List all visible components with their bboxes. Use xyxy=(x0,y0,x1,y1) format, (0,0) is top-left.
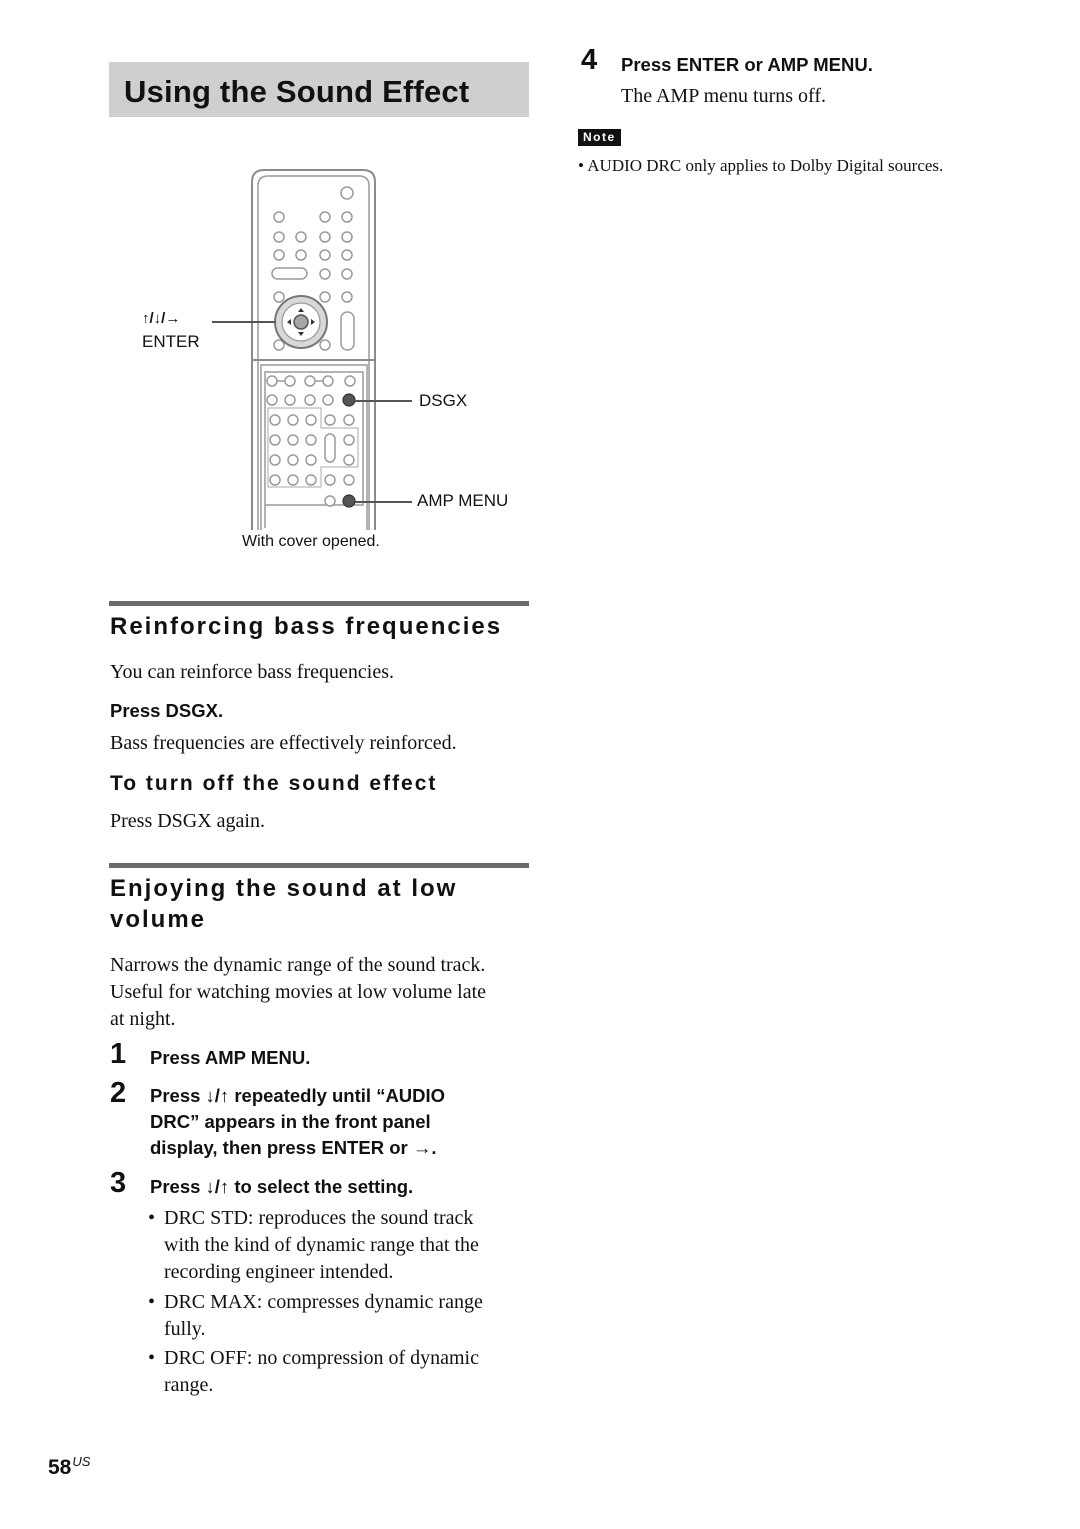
low-volume-intro: Narrows the dynamic range of the sound t… xyxy=(110,954,487,1030)
step-number: 3 xyxy=(110,1167,127,1199)
step-number: 2 xyxy=(110,1077,127,1109)
option-drc-max: • DRC MAX: compresses dynamic range full… xyxy=(148,1291,483,1340)
callout-amp-menu-label: AMP MENU xyxy=(417,491,509,510)
page-title: Using the Sound Effect xyxy=(124,74,470,109)
amp-menu-button xyxy=(342,494,356,508)
option-drc-off: • DRC OFF: no compression of dynamic ran… xyxy=(148,1347,479,1396)
step-3-text: Press ↓/↑ to select the setting. xyxy=(150,1176,414,1197)
page-number: 58US xyxy=(48,1454,91,1479)
section-heading-reinforcing-bass: Reinforcing bass frequencies xyxy=(110,613,503,640)
page-region: US xyxy=(72,1454,91,1469)
callout-arrows-label: ↑/↓/→ xyxy=(142,310,181,327)
callout-enter-label: ENTER xyxy=(142,332,200,351)
reinforcing-result: Bass frequencies are effectively reinfor… xyxy=(110,732,457,754)
heading-line: volume xyxy=(110,906,207,933)
turn-off-text: Press DSGX again. xyxy=(110,810,265,832)
callout-line-joystick xyxy=(212,321,276,323)
subheading-turn-off: To turn off the sound effect xyxy=(110,772,438,795)
step-number: 1 xyxy=(110,1038,127,1070)
page-title-banner: Using the Sound Effect xyxy=(109,62,529,117)
step-1-text: Press AMP MENU. xyxy=(150,1047,311,1068)
step-4-result: The AMP menu turns off. xyxy=(621,85,826,107)
note-text: • AUDIO DRC only applies to Dolby Digita… xyxy=(578,156,944,175)
note-badge: Note xyxy=(578,129,621,146)
section-heading-low-volume: Enjoying the sound at low volume xyxy=(110,873,457,935)
dsgx-button xyxy=(342,393,356,407)
callout-line-dsgx xyxy=(355,400,412,402)
callout-dsgx-label: DSGX xyxy=(419,391,468,410)
section-divider xyxy=(109,601,529,606)
figure-caption: With cover opened. xyxy=(242,533,380,550)
callout-line-amp-menu xyxy=(355,501,412,503)
remote-control-figure: ↑/↓/→ ENTER DSGX AMP MENU With cover ope… xyxy=(130,160,530,560)
step-2-text: Press ↓/↑ repeatedly until “AUDIO DRC” a… xyxy=(150,1085,446,1158)
option-drc-std: • DRC STD: reproduces the sound track wi… xyxy=(148,1207,479,1283)
step-number: 4 xyxy=(581,44,598,76)
reinforcing-action: Press DSGX. xyxy=(110,700,224,721)
heading-line: Enjoying the sound at low xyxy=(110,875,458,902)
section-divider xyxy=(109,863,529,868)
step-4-text: Press ENTER or AMP MENU. xyxy=(621,54,873,75)
reinforcing-intro: You can reinforce bass frequencies. xyxy=(110,661,394,683)
